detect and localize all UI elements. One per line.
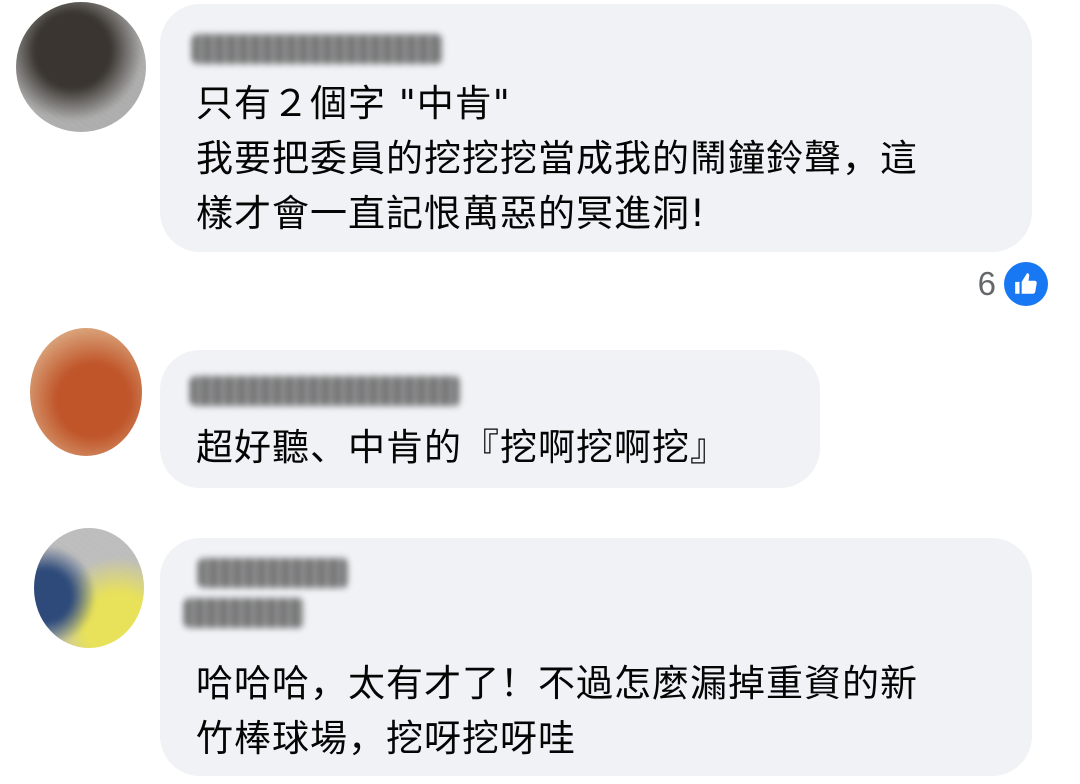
commenter-avatar[interactable] bbox=[30, 328, 142, 456]
reaction-count: 6 bbox=[977, 265, 996, 302]
commenter-avatar[interactable] bbox=[34, 528, 144, 648]
commenter-name-redacted[interactable] bbox=[184, 598, 304, 628]
commenter-name-redacted[interactable] bbox=[192, 34, 442, 64]
comment-line: 我要把委員的挖挖挖當成我的鬧鐘鈴聲，這 bbox=[196, 137, 918, 180]
comment-text: 哈哈哈，太有才了！不過怎麼漏掉重資的新 竹棒球場，挖呀挖呀哇 bbox=[196, 656, 918, 766]
reaction-summary[interactable]: 6 bbox=[978, 262, 1048, 306]
comment-line: 超好聽、中肯的『挖啊挖啊挖』 bbox=[196, 426, 728, 469]
comment-line: 樣才會一直記恨萬惡的冥進洞! bbox=[196, 192, 706, 235]
comment-text: 只有２個字 "中肯" 我要把委員的挖挖挖當成我的鬧鐘鈴聲，這 樣才會一直記恨萬惡… bbox=[196, 76, 918, 241]
comment-bubble: 超好聽、中肯的『挖啊挖啊挖』 bbox=[160, 350, 820, 488]
comment-bubble: 哈哈哈，太有才了！不過怎麼漏掉重資的新 竹棒球場，挖呀挖呀哇 bbox=[160, 538, 1032, 776]
comment-bubble: 只有２個字 "中肯" 我要把委員的挖挖挖當成我的鬧鐘鈴聲，這 樣才會一直記恨萬惡… bbox=[160, 4, 1032, 252]
comment-line: 哈哈哈，太有才了！不過怎麼漏掉重資的新 bbox=[196, 662, 918, 705]
commenter-name-redacted[interactable] bbox=[190, 376, 460, 406]
comment-text: 超好聽、中肯的『挖啊挖啊挖』 bbox=[196, 420, 728, 475]
commenter-avatar[interactable] bbox=[16, 2, 146, 132]
comment-line: 竹棒球場，挖呀挖呀哇 bbox=[196, 717, 576, 760]
commenter-name-redacted[interactable] bbox=[198, 558, 348, 588]
like-icon bbox=[1004, 262, 1048, 306]
comment-line: 只有２個字 "中肯" bbox=[196, 82, 511, 125]
